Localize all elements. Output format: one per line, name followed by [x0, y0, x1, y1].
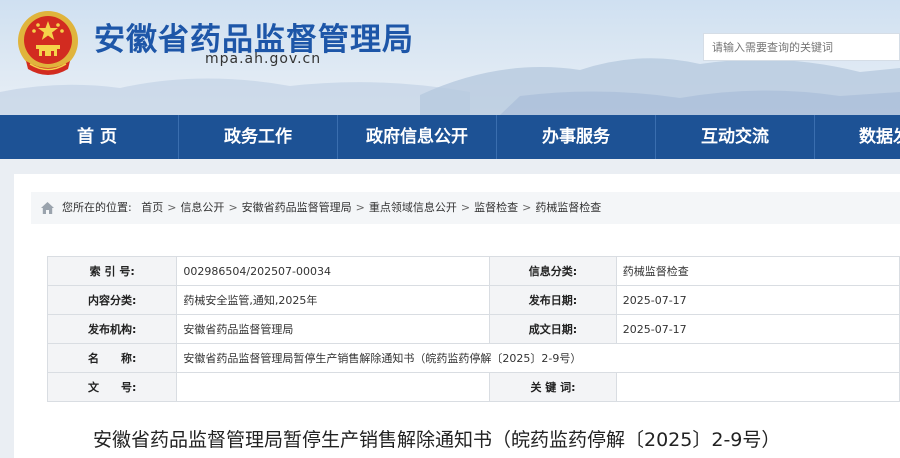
table-row: 名 称: 安徽省药品监督管理局暂停生产销售解除通知书（皖药监药停解〔2025〕2…: [46, 343, 900, 373]
index-number-label: 索 引 号:: [46, 256, 178, 286]
publish-date-value: 2025-07-17: [615, 285, 900, 315]
publisher-label: 发布机构:: [46, 314, 178, 344]
breadcrumb-separator: >: [460, 201, 471, 214]
table-row: 文 号: 关 键 词:: [46, 372, 900, 402]
breadcrumb-item-drug-device-inspection[interactable]: 药械监督检查: [535, 201, 601, 214]
breadcrumb-separator: >: [228, 201, 238, 214]
table-row: 内容分类: 药械安全监管,通知,2025年 发布日期: 2025-07-17: [46, 285, 900, 315]
info-category-value: 药械监督检查: [615, 256, 900, 286]
info-category-label: 信息分类:: [489, 256, 617, 286]
document-metadata-table: 索 引 号: 002986504/202507-00034 信息分类: 药械监督…: [46, 256, 900, 402]
nav-item-government-work[interactable]: 政务工作: [179, 115, 337, 159]
publisher-value: 安徽省药品监督管理局: [176, 314, 491, 344]
home-icon: [41, 202, 54, 214]
breadcrumb-item-home[interactable]: 首页: [141, 201, 163, 214]
nav-item-data-release[interactable]: 数据发布: [815, 115, 900, 159]
publish-date-label: 发布日期:: [489, 285, 617, 315]
national-emblem-icon: [18, 11, 78, 75]
site-header: 安徽省药品监督管理局 mpa.ah.gov.cn: [0, 0, 900, 115]
main-nav: 首 页 政务工作 政府信息公开 办事服务 互动交流 数据发布: [0, 115, 900, 159]
index-number-value: 002986504/202507-00034: [176, 256, 491, 286]
breadcrumb-item-key-areas[interactable]: 重点领域信息公开: [369, 201, 457, 214]
nav-item-info-disclosure[interactable]: 政府信息公开: [338, 115, 496, 159]
breadcrumb-separator: >: [355, 201, 365, 214]
search-input[interactable]: [703, 33, 900, 61]
breadcrumb-separator: >: [167, 201, 177, 214]
site-domain: mpa.ah.gov.cn: [205, 51, 322, 67]
created-date-value: 2025-07-17: [615, 314, 900, 344]
name-value: 安徽省药品监督管理局暂停生产销售解除通知书（皖药监药停解〔2025〕2-9号）: [176, 343, 900, 373]
breadcrumb: 您所在的位置: 首页 > 信息公开 > 安徽省药品监督管理局 > 重点领域信息公开 > 监督检查…: [31, 192, 900, 224]
document-number-label: 文 号:: [46, 372, 178, 402]
nav-item-interaction[interactable]: 互动交流: [656, 115, 814, 159]
keywords-value: [615, 372, 900, 402]
content-category-label: 内容分类:: [46, 285, 178, 315]
document-title: 安徽省药品监督管理局暂停生产销售解除通知书（皖药监药停解〔2025〕2-9号）: [93, 429, 781, 451]
breadcrumb-trail: 您所在的位置: 首页 > 信息公开 > 安徽省药品监督管理局 > 重点领域信息公开 > 监督检查…: [62, 192, 601, 224]
nav-item-home[interactable]: 首 页: [18, 115, 176, 159]
breadcrumb-item-bureau[interactable]: 安徽省药品监督管理局: [242, 201, 352, 214]
keywords-label: 关 键 词:: [489, 372, 617, 402]
breadcrumb-item-supervision[interactable]: 监督检查: [474, 201, 518, 214]
breadcrumb-prefix: 您所在的位置:: [62, 201, 132, 214]
created-date-label: 成文日期:: [489, 314, 617, 344]
breadcrumb-item-info-disclosure[interactable]: 信息公开: [180, 201, 224, 214]
content-category-value: 药械安全监管,通知,2025年: [176, 285, 491, 315]
table-row: 索 引 号: 002986504/202507-00034 信息分类: 药械监督…: [46, 256, 900, 286]
document-number-value: [176, 372, 491, 402]
table-row: 发布机构: 安徽省药品监督管理局 成文日期: 2025-07-17: [46, 314, 900, 344]
name-label: 名 称:: [46, 343, 178, 373]
nav-item-services[interactable]: 办事服务: [497, 115, 655, 159]
breadcrumb-separator: >: [522, 201, 532, 214]
